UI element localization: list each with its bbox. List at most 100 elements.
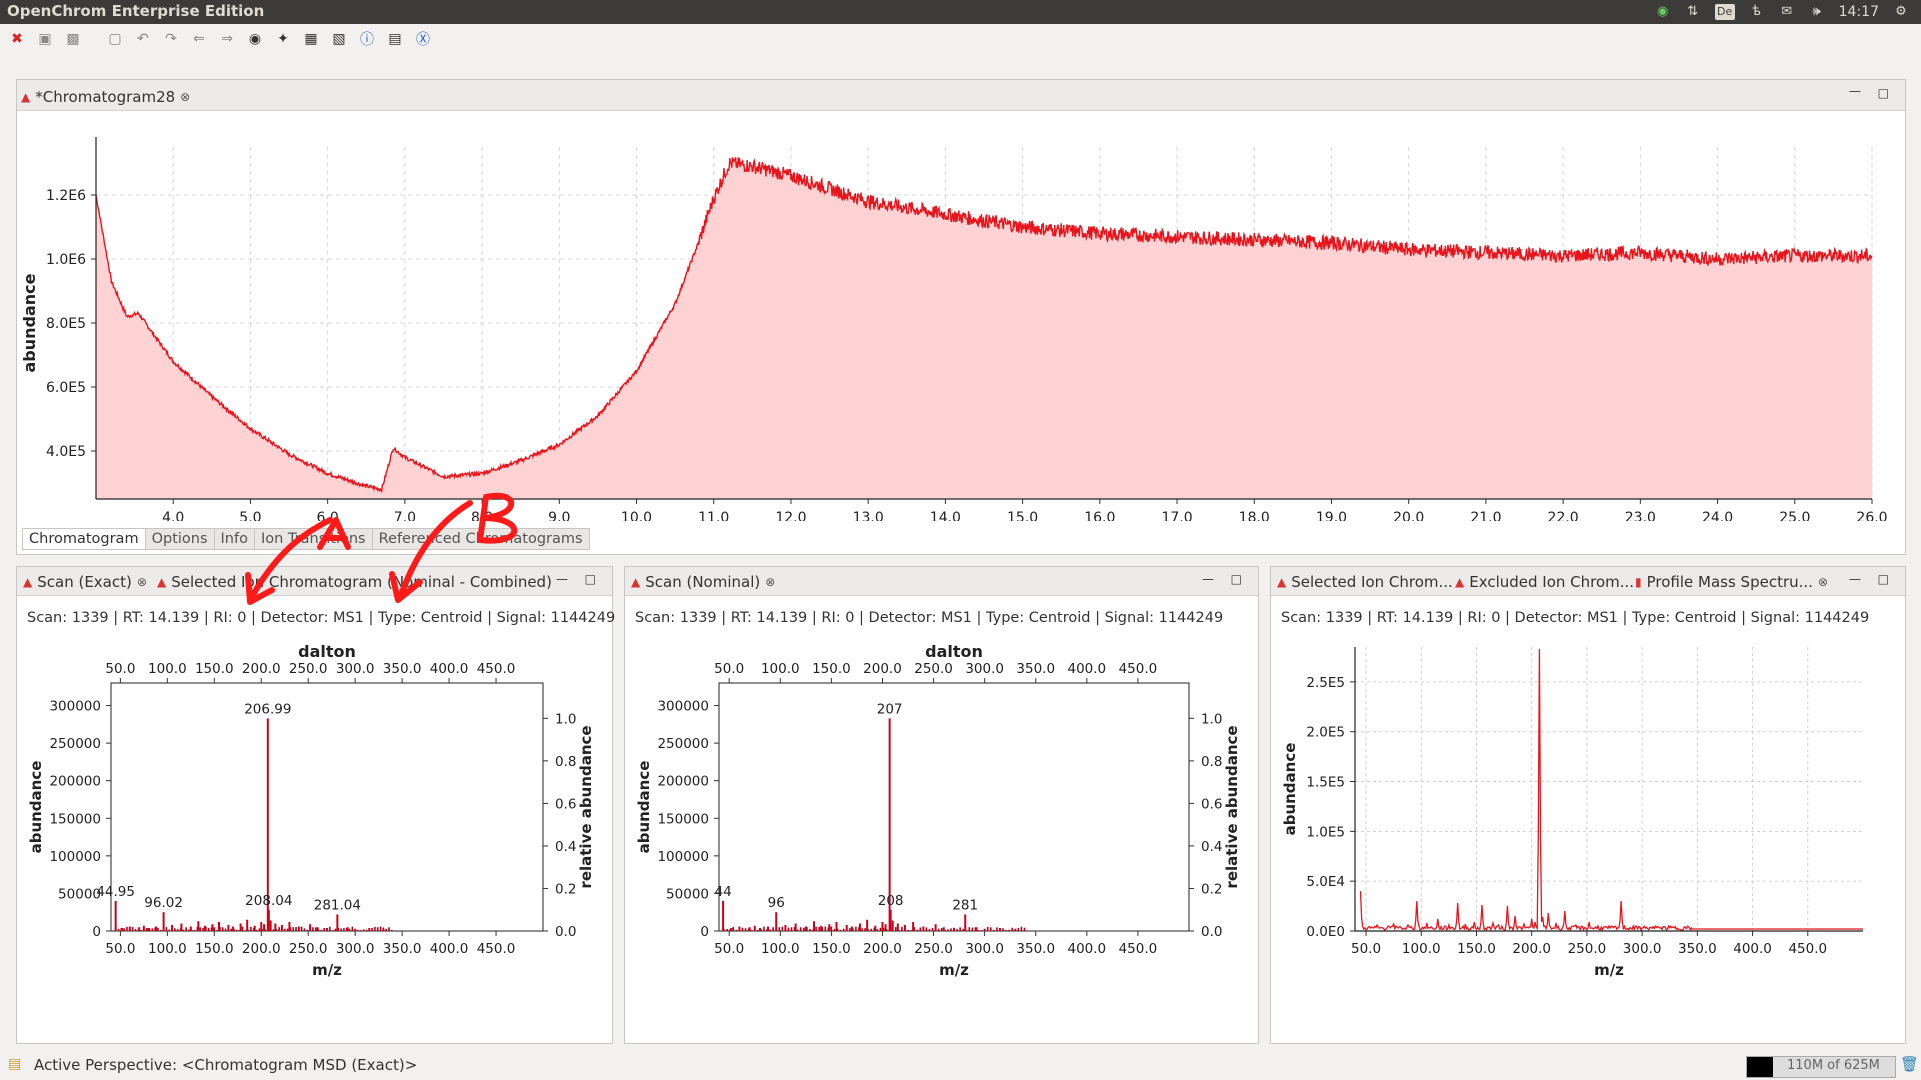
y-tick-label: 0: [700, 924, 709, 940]
x-tick-label: 350.0: [383, 941, 422, 957]
trash-icon[interactable]: 🗑: [1900, 1055, 1919, 1073]
top-tick-label: 450.0: [477, 661, 516, 677]
tab-selected-ion-chrom[interactable]: ▲ Selected Ion Chrom...: [1277, 571, 1453, 593]
tab-selected-ion-chromatogram[interactable]: ▲ Selected Ion Chromatogram (Nominal - C…: [157, 571, 552, 593]
x-axis-label: m/z: [1594, 961, 1624, 979]
export-icon[interactable]: ▦: [300, 28, 322, 50]
chromatogram-chart[interactable]: 4.0 5.0 6.0 7.0 8.0 9.0 10.0 11.0 12.0 13.0 14.0 15…: [17, 111, 1903, 521]
plot-frame: [110, 682, 544, 932]
info-icon[interactable]: ⓘ: [356, 28, 378, 50]
mail-icon[interactable]: ✉: [1779, 4, 1795, 20]
minimize-icon[interactable]: —: [1849, 572, 1861, 586]
top-axis-label: dalton: [925, 642, 983, 661]
tab-referenced-chromatograms[interactable]: Referenced Chromatograms: [371, 528, 590, 550]
maximize-icon[interactable]: □: [585, 572, 596, 586]
x-tick-label: 400.0: [430, 941, 469, 957]
tab-label: Scan (Exact): [37, 573, 132, 591]
close-tab-icon[interactable]: ⊗: [137, 575, 147, 589]
forward-icon[interactable]: ⇒: [216, 28, 238, 50]
system-tray: ◉ ⇅ De ѣ ✉ 🕪 14:17 ⚙: [1655, 0, 1909, 24]
network-icon[interactable]: ⇅: [1685, 4, 1701, 20]
minimize-icon[interactable]: —: [556, 572, 568, 586]
x-tick-label: 150.0: [195, 941, 234, 957]
tab-scan-nominal[interactable]: ▲ Scan (Nominal) ⊗: [631, 571, 775, 593]
x-tick-label: 50.0: [105, 941, 135, 957]
tab-label: *Chromatogram28: [35, 88, 176, 106]
import-icon[interactable]: ▧: [328, 28, 350, 50]
power-icon[interactable]: ⚙: [1893, 4, 1909, 20]
top-tick-label: 50.0: [714, 661, 744, 677]
status-message: Active Perspective: <Chromatogram MSD (E…: [34, 1056, 418, 1074]
camera-icon[interactable]: ◉: [244, 28, 266, 50]
x-tick-label: 450.0: [477, 941, 516, 957]
mid-panel-tabstrip: ▲ Scan (Nominal) ⊗ — □: [625, 567, 1258, 596]
update-icon[interactable]: ◉: [1655, 4, 1671, 20]
help-icon[interactable]: Ⓧ: [412, 28, 434, 50]
y-tick-label: 1.0E5: [1306, 824, 1345, 840]
x-tick-label: 23.0: [1625, 510, 1656, 521]
clock[interactable]: 14:17: [1839, 4, 1879, 20]
mass-spectrum-chart-exact[interactable]: dalton 50.0 50.0 100.0 100.0 150.0 150.0 200.0 2…: [23, 637, 605, 1035]
x-tick-label: 450.0: [1788, 941, 1827, 957]
profile-panel: ▲ Selected Ion Chrom... ▲ Excluded Ion C…: [1270, 566, 1906, 1044]
layout-icon[interactable]: ▤: [384, 28, 406, 50]
redo-icon[interactable]: ↷: [160, 28, 182, 50]
top-tick-label: 50.0: [105, 661, 135, 677]
y2-tick-label: 0.6: [555, 796, 576, 812]
profile-mass-spectrum-chart[interactable]: 0.0E0 5.0E4 1.0E5 1.5E5 2.0E5 2.5E5 50.0 100.0 1…: [1277, 637, 1897, 1035]
peak-label: 96: [768, 895, 785, 911]
top-tick-label: 300.0: [965, 661, 1004, 677]
volume-icon[interactable]: 🕪: [1809, 4, 1825, 20]
save-all-icon[interactable]: ▩: [62, 28, 84, 50]
scan-icon: ▲: [631, 575, 641, 589]
heap-text: 110M of 625M: [1787, 1058, 1880, 1073]
peak-label: 44: [714, 884, 731, 900]
tab-chromatogram28[interactable]: ▲ *Chromatogram28 ⊗: [21, 86, 190, 108]
main-toolbar: ✖ ▣ ▩ ▢ ↶ ↷ ⇐ ⇒ ◉ ✦ ▦ ▧ ⓘ ▤ Ⓧ: [0, 26, 1921, 52]
maximize-icon[interactable]: □: [1878, 86, 1889, 100]
save-icon[interactable]: ▣: [34, 28, 56, 50]
tic-area: [96, 157, 1872, 500]
x-tick-label: 14.0: [930, 510, 961, 521]
settings-icon[interactable]: ✦: [272, 28, 294, 50]
y-tick-label: 100000: [49, 849, 101, 865]
y-tick-label: 300000: [657, 699, 709, 715]
scan-icon: ▲: [23, 575, 33, 589]
x-axis-label: m/z: [312, 961, 342, 979]
mass-spectrum-chart-nominal[interactable]: dalton 50.0 50.0 100.0 100.0 150.0 150.0 200.0 2…: [631, 637, 1251, 1035]
save-as-icon[interactable]: ▢: [104, 28, 126, 50]
back-icon[interactable]: ⇐: [188, 28, 210, 50]
undo-icon[interactable]: ↶: [132, 28, 154, 50]
tab-scan-exact[interactable]: ▲ Scan (Exact) ⊗: [23, 571, 147, 593]
tab-info[interactable]: Info: [213, 528, 255, 550]
heap-status[interactable]: 110M of 625M: [1746, 1056, 1896, 1078]
close-icon[interactable]: ✖: [6, 28, 28, 50]
top-tick-label: 400.0: [1067, 661, 1106, 677]
close-tab-icon[interactable]: ⊗: [180, 90, 190, 104]
y-axis-label: abundance: [635, 761, 653, 854]
tab-excluded-ion-chrom[interactable]: ▲ Excluded Ion Chrom...: [1455, 571, 1634, 593]
maximize-icon[interactable]: □: [1878, 572, 1889, 586]
tab-label: Selected Ion Chromatogram (Nominal - Com…: [171, 573, 552, 591]
close-tab-icon[interactable]: ⊗: [1818, 575, 1828, 589]
minimize-icon[interactable]: —: [1202, 572, 1214, 586]
close-tab-icon[interactable]: ⊗: [765, 575, 775, 589]
maximize-icon[interactable]: □: [1231, 572, 1242, 586]
keyboard-layout-indicator[interactable]: De: [1714, 4, 1735, 20]
chromatogram-icon: ▲: [1277, 575, 1287, 589]
minimize-icon[interactable]: —: [1849, 84, 1861, 98]
tab-options[interactable]: Options: [144, 528, 215, 550]
top-tick-label: 250.0: [914, 661, 953, 677]
tab-ion-transitions[interactable]: Ion Transitions: [253, 528, 373, 550]
top-tick-label: 200.0: [863, 661, 902, 677]
bar-chart-icon: ▮: [1635, 575, 1642, 589]
x-tick-label: 22.0: [1548, 510, 1579, 521]
bluetooth-icon[interactable]: ѣ: [1749, 4, 1765, 20]
y-tick-label: 150000: [49, 811, 101, 827]
tab-profile-mass-spectrum[interactable]: ▮ Profile Mass Spectru... ⊗: [1635, 571, 1828, 593]
tab-chromatogram[interactable]: Chromatogram: [22, 528, 146, 550]
perspective-icon: ▤: [8, 1056, 22, 1072]
x-tick-label: 17.0: [1161, 510, 1192, 521]
top-tick-label: 450.0: [1119, 661, 1158, 677]
y-tick-label: 4.0E5: [46, 444, 86, 460]
